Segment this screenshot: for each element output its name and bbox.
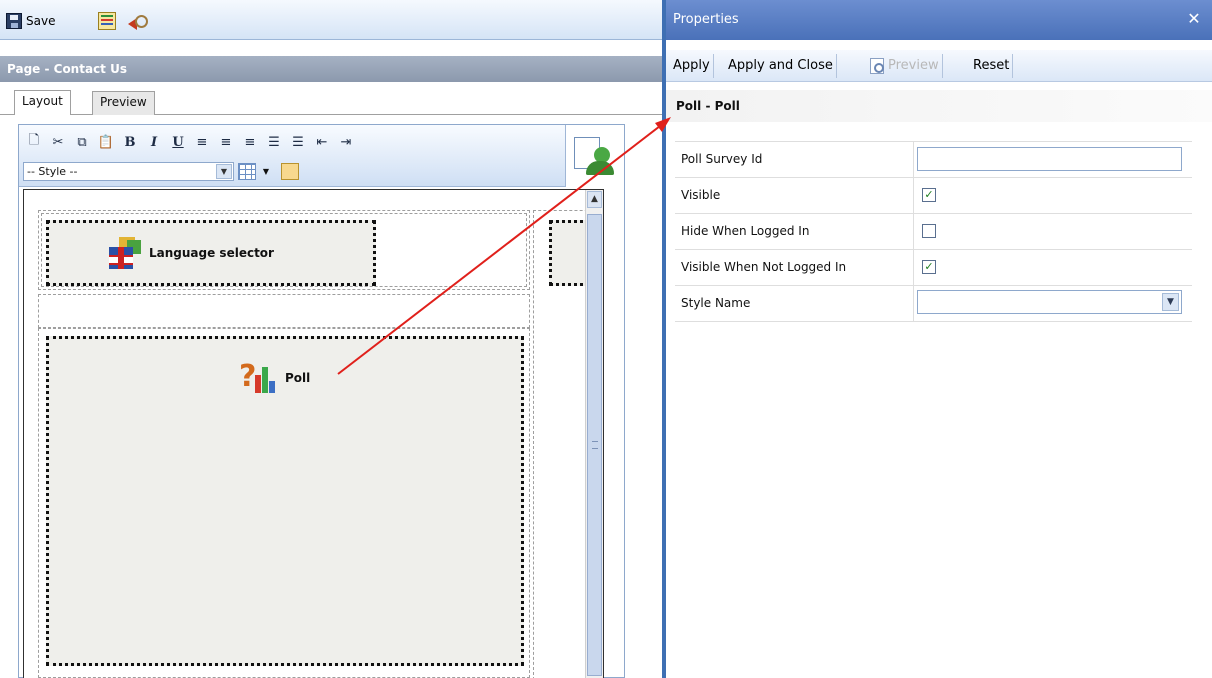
prop-label: Visible: [681, 188, 721, 202]
scroll-up-icon[interactable]: ▲: [587, 191, 602, 208]
bulleted-list-icon[interactable]: ☰: [287, 132, 309, 152]
rich-text-editor: 🗋 ✂ ⧉ 📋 B I U ≡ ≡ ≡ ☰ ☰ ⇤ ⇥ -- Style -- …: [18, 124, 625, 678]
format-buttons: 🗋 ✂ ⧉ 📋 B I U ≡ ≡ ≡ ☰ ☰ ⇤ ⇥: [23, 132, 357, 152]
visible-checkbox[interactable]: ✓: [922, 188, 936, 202]
layout-canvas[interactable]: Language selector ? Poll ▲: [23, 189, 604, 678]
prop-label: Style Name: [681, 296, 751, 310]
prop-row-poll-survey-id: Poll Survey Id: [675, 142, 1192, 178]
editor-toolbar: Save: [0, 0, 662, 40]
apply-button[interactable]: Apply: [670, 54, 714, 78]
section-heading: Poll - Poll: [666, 90, 1212, 122]
scroll-thumb[interactable]: [587, 214, 602, 676]
language-selector-label: Language selector: [149, 246, 274, 260]
user-document-icon[interactable]: [572, 133, 616, 177]
properties-icon: [98, 12, 116, 30]
indent-icon[interactable]: ⇥: [335, 132, 357, 152]
save-icon: [6, 13, 22, 29]
canvas-scrollbar[interactable]: ▲: [585, 190, 603, 678]
prop-row-hide-when-logged-in: Hide When Logged In: [675, 214, 1192, 250]
hide-when-logged-in-checkbox[interactable]: [922, 224, 936, 238]
align-right-icon[interactable]: ≡: [239, 132, 261, 152]
properties-title-bar: Properties ✕: [666, 0, 1212, 40]
back-button[interactable]: [126, 10, 148, 32]
tab-layout[interactable]: Layout: [14, 90, 71, 115]
layout-zone: [38, 294, 530, 328]
style-dropdown-value: -- Style --: [27, 165, 78, 178]
chevron-down-icon: ▼: [1162, 293, 1179, 311]
chevron-down-icon: ▼: [216, 164, 232, 179]
copy-icon[interactable]: ⧉: [71, 132, 93, 152]
editor-tabs: Layout Preview: [0, 89, 662, 115]
paste-icon[interactable]: 📋: [95, 132, 117, 152]
page-properties-button[interactable]: [98, 10, 116, 32]
prop-value-cell: ▼: [913, 286, 1192, 321]
prop-label: Visible When Not Logged In: [681, 260, 847, 274]
style-name-select[interactable]: ▼: [917, 290, 1182, 314]
prop-value-cell: ✓: [913, 250, 1192, 285]
poll-control[interactable]: ? Poll: [46, 336, 524, 666]
rte-toolbar: 🗋 ✂ ⧉ 📋 B I U ≡ ≡ ≡ ☰ ☰ ⇤ ⇥ -- Style -- …: [19, 125, 566, 187]
align-center-icon[interactable]: ≡: [215, 132, 237, 152]
prop-row-visible: Visible ✓: [675, 178, 1192, 214]
preview-button: Preview: [864, 54, 943, 78]
italic-icon[interactable]: I: [143, 132, 165, 152]
outdent-icon[interactable]: ⇤: [311, 132, 333, 152]
underline-icon[interactable]: U: [167, 132, 189, 152]
prop-row-style-name: Style Name ▼: [675, 286, 1192, 322]
language-flag-icon: [109, 237, 143, 269]
poll-icon: ?: [239, 361, 279, 395]
cut-icon[interactable]: ✂: [47, 132, 69, 152]
back-arrow-icon: [126, 12, 148, 30]
reset-button[interactable]: Reset: [970, 54, 1014, 78]
toggle-borders-icon[interactable]: [281, 163, 299, 180]
style-dropdown[interactable]: -- Style -- ▼: [23, 162, 234, 181]
page-title: Page - Contact Us: [0, 56, 662, 82]
language-selector-label-wrap: Language selector: [109, 237, 274, 269]
close-icon[interactable]: ✕: [1186, 11, 1202, 27]
apply-and-close-button[interactable]: Apply and Close: [725, 54, 837, 78]
numbered-list-icon[interactable]: ☰: [263, 132, 285, 152]
properties-title: Properties: [673, 12, 739, 27]
save-button[interactable]: Save: [6, 10, 55, 32]
preview-label: Preview: [888, 58, 939, 73]
preview-icon: [870, 58, 884, 74]
poll-label: Poll: [285, 371, 311, 385]
new-document-icon[interactable]: 🗋: [23, 132, 45, 152]
properties-pane: Properties ✕ Apply Apply and Close Previ…: [666, 0, 1212, 678]
align-left-icon[interactable]: ≡: [191, 132, 213, 152]
tab-preview[interactable]: Preview: [92, 91, 155, 115]
poll-survey-id-input[interactable]: [917, 147, 1182, 171]
language-selector-control[interactable]: Language selector: [46, 220, 376, 286]
poll-label-wrap: ? Poll: [239, 361, 310, 395]
page-editor-pane: Save Page - Contact Us Layout Preview 🗋 …: [0, 0, 662, 678]
insert-table-icon[interactable]: [238, 163, 256, 180]
table-dropdown-icon[interactable]: ▼: [257, 163, 275, 180]
prop-value-cell: [913, 214, 1192, 249]
prop-value-cell: ✓: [913, 178, 1192, 213]
visible-when-not-logged-in-checkbox[interactable]: ✓: [922, 260, 936, 274]
prop-label: Hide When Logged In: [681, 224, 810, 238]
save-label: Save: [26, 14, 56, 28]
prop-label: Poll Survey Id: [681, 152, 763, 166]
prop-value-cell: [913, 142, 1192, 177]
prop-row-visible-when-not-logged-in: Visible When Not Logged In ✓: [675, 250, 1192, 286]
bold-icon[interactable]: B: [119, 132, 141, 152]
properties-toolbar: Apply Apply and Close Preview Reset: [666, 50, 1212, 82]
